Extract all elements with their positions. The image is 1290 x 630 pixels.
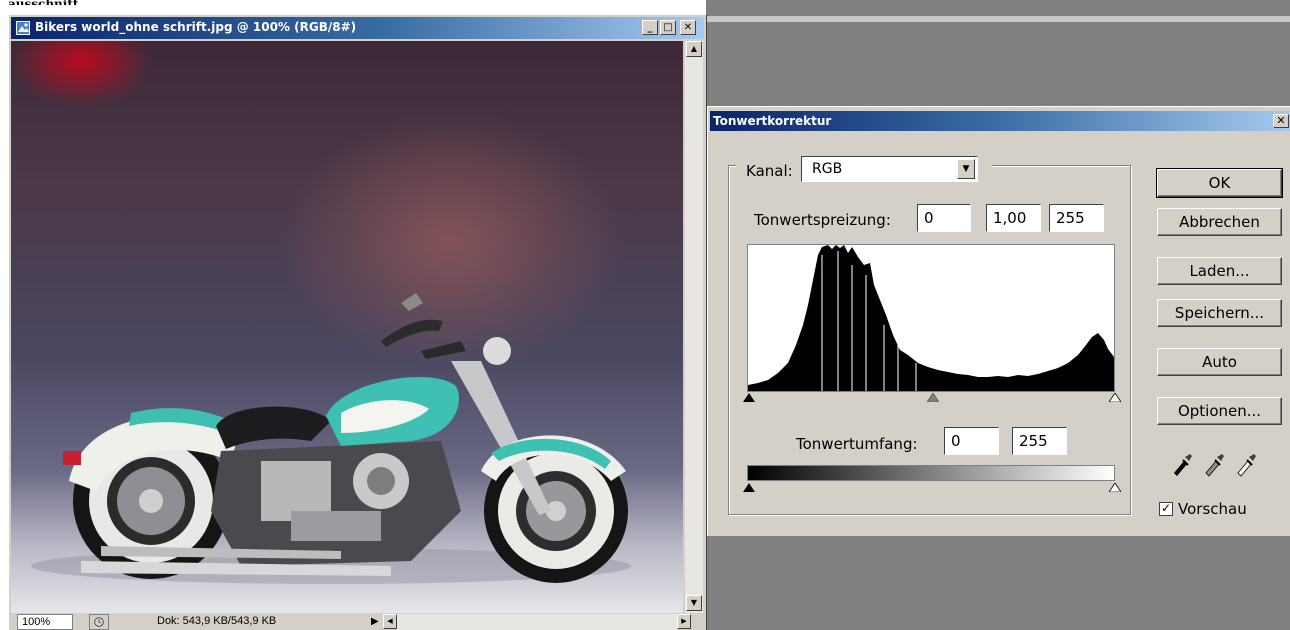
input-black-field[interactable]: 0: [917, 204, 971, 232]
levels-dialog: Tonwertkorrektur ✕ Kanal: RGB ▼ Tonwerts…: [707, 106, 1290, 536]
input-black-slider-icon[interactable]: [743, 393, 755, 402]
close-window-button[interactable]: ✕: [680, 20, 696, 35]
auto-button[interactable]: Auto: [1157, 348, 1282, 376]
black-eyedropper-icon[interactable]: [1170, 451, 1194, 477]
preview-checkbox[interactable]: ✓: [1159, 502, 1173, 516]
input-gamma-field[interactable]: 1,00: [986, 204, 1041, 232]
channel-label: Kanal:: [746, 162, 793, 180]
input-gamma-slider-icon[interactable]: [927, 393, 939, 402]
histogram-graph: [748, 245, 1114, 391]
status-menu-arrow-icon[interactable]: ▶: [371, 615, 381, 629]
image-canvas[interactable]: [11, 41, 683, 613]
input-white-field[interactable]: 255: [1049, 204, 1104, 232]
minimize-button[interactable]: _: [642, 20, 658, 35]
document-size-info: Dok: 543,9 KB/543,9 KB: [157, 615, 277, 627]
scroll-up-arrow-icon[interactable]: ▲: [686, 41, 702, 57]
output-gradient-bar: [747, 465, 1115, 481]
histogram: [747, 244, 1115, 392]
workspace-strip: [706, 16, 1290, 22]
dialog-title: Tonwertkorrektur: [713, 114, 832, 128]
cancel-button[interactable]: Abbrechen: [1157, 208, 1282, 236]
gray-eyedropper-icon[interactable]: [1202, 451, 1226, 477]
scroll-down-arrow-icon[interactable]: ▼: [686, 595, 702, 611]
white-eyedropper-icon[interactable]: [1234, 451, 1258, 477]
chevron-down-icon[interactable]: ▼: [957, 159, 975, 179]
dialog-titlebar[interactable]: Tonwertkorrektur ✕: [710, 111, 1290, 131]
preview-label: Vorschau: [1178, 500, 1247, 518]
vertical-scrollbar[interactable]: ▲ ▼: [685, 41, 703, 613]
horizontal-scrollbar[interactable]: [397, 614, 677, 630]
dialog-close-button[interactable]: ✕: [1273, 114, 1289, 128]
scroll-left-arrow-icon[interactable]: ◀: [383, 614, 397, 629]
motorcycle-image: [31, 293, 631, 584]
output-levels-label: Tonwertumfang:: [796, 435, 918, 453]
cropped-heading-fragment: ausschnitt: [8, 0, 98, 5]
save-button[interactable]: Speichern...: [1157, 299, 1282, 327]
output-black-field[interactable]: 0: [944, 427, 999, 455]
status-clock-icon[interactable]: [89, 614, 109, 630]
output-white-field[interactable]: 255: [1012, 427, 1067, 455]
output-white-slider-icon[interactable]: [1109, 483, 1121, 492]
input-levels-label: Tonwertspreizung:: [754, 211, 891, 229]
document-window: Bikers world_ohne schrift.jpg @ 100% (RG…: [8, 14, 706, 630]
scroll-right-arrow-icon[interactable]: ▶: [677, 614, 691, 629]
maximize-button[interactable]: □: [660, 20, 676, 35]
options-button[interactable]: Optionen...: [1157, 397, 1282, 425]
input-white-slider-icon[interactable]: [1109, 393, 1121, 402]
output-black-slider-icon[interactable]: [743, 483, 755, 492]
load-button[interactable]: Laden...: [1157, 257, 1282, 285]
zoom-level-field[interactable]: 100%: [17, 614, 73, 630]
status-bar: 100% Dok: 543,9 KB/543,9 KB ▶ ◀ ▶: [11, 613, 703, 630]
channel-select-value: RGB: [812, 161, 843, 177]
document-titlebar[interactable]: Bikers world_ohne schrift.jpg @ 100% (RG…: [11, 17, 704, 39]
ok-button[interactable]: OK: [1156, 168, 1283, 198]
channel-select[interactable]: RGB ▼: [801, 156, 978, 182]
document-title: Bikers world_ohne schrift.jpg @ 100% (RG…: [35, 20, 357, 34]
cropped-heading-text: ausschnitt: [8, 0, 78, 5]
photoshop-document-icon: [16, 21, 30, 35]
